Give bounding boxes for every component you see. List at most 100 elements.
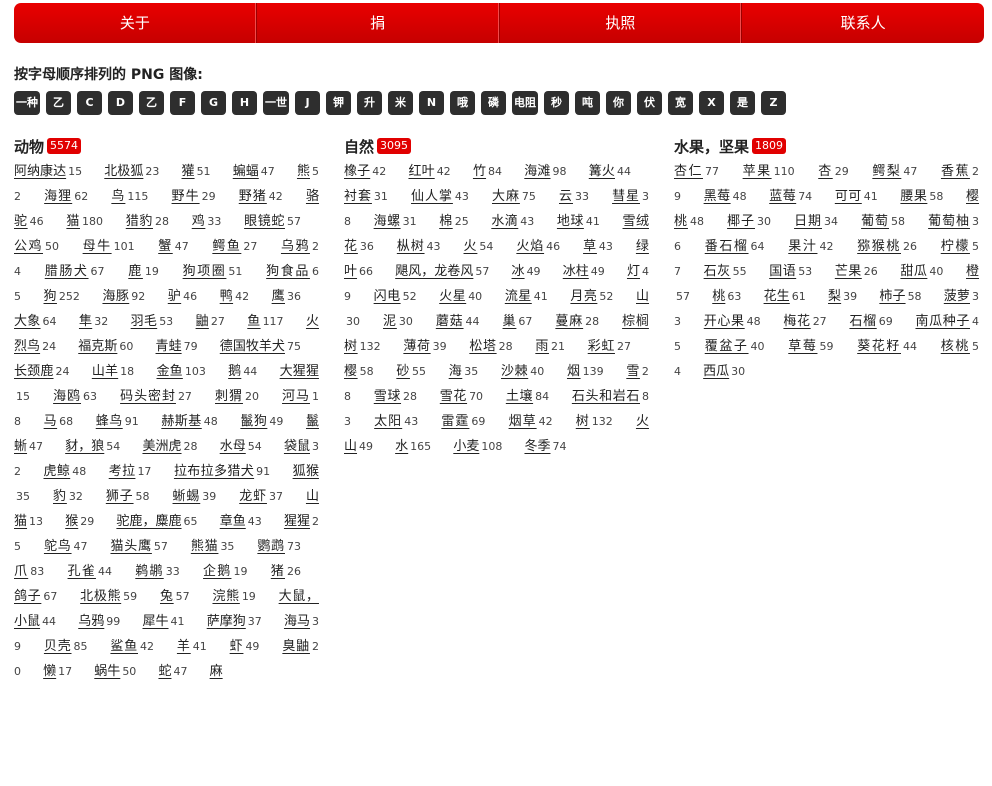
item-link[interactable]: 阿纳康达 — [14, 164, 66, 179]
item-link[interactable]: 芒果 — [835, 264, 862, 279]
item-link[interactable]: 香蕉 — [941, 164, 970, 179]
alphabet-button[interactable]: 伏 — [637, 91, 662, 115]
item-link[interactable]: 枞树 — [397, 239, 425, 254]
item-link[interactable]: 海豚 — [102, 289, 129, 304]
item-link[interactable]: 石榴 — [849, 314, 876, 329]
item-link[interactable]: 花生 — [764, 289, 790, 304]
item-link[interactable]: 菠萝 — [944, 289, 970, 304]
item-link[interactable]: 鸽子 — [14, 589, 41, 604]
category-link[interactable]: 动物 — [14, 136, 44, 157]
item-link[interactable]: 松塔 — [469, 339, 496, 354]
item-link[interactable]: 棉 — [439, 214, 452, 229]
item-link[interactable]: 猫头鹰 — [110, 539, 151, 554]
alphabet-button[interactable]: H — [232, 91, 257, 115]
item-link[interactable]: 海马 — [284, 614, 310, 629]
nav-donate[interactable]: 捐 — [257, 3, 500, 43]
item-link[interactable]: 鱼 — [247, 314, 260, 329]
item-link[interactable]: 腰果 — [900, 189, 927, 204]
item-link[interactable]: 驼鹿，麋鹿 — [116, 514, 181, 529]
item-link[interactable]: 海鸥 — [53, 389, 81, 404]
item-link[interactable]: 山 — [636, 289, 649, 304]
item-link[interactable]: 核桃 — [941, 339, 970, 354]
item-link[interactable]: 野牛 — [172, 189, 200, 204]
item-link[interactable]: 甜瓜 — [900, 264, 927, 279]
item-link[interactable]: 鹿 — [128, 264, 143, 279]
item-link[interactable]: 雪花 — [440, 389, 467, 404]
item-link[interactable]: 火焰 — [516, 239, 544, 254]
item-link[interactable]: 鹅 — [228, 364, 241, 379]
alphabet-button[interactable]: 钾 — [326, 91, 351, 115]
item-link[interactable]: 北极狐 — [104, 164, 143, 179]
alphabet-button[interactable]: 电阻 — [512, 91, 538, 115]
item-link[interactable]: 巢 — [503, 314, 517, 329]
item-link[interactable]: 雨 — [535, 339, 549, 354]
item-link[interactable]: 羊 — [177, 639, 191, 654]
item-link[interactable]: 衬套 — [344, 189, 372, 204]
item-link[interactable]: 国语 — [769, 264, 796, 279]
item-link[interactable]: 獾 — [182, 164, 195, 179]
item-link[interactable]: 梨 — [828, 289, 841, 304]
item-link[interactable]: 土壤 — [506, 389, 533, 404]
item-link[interactable]: 蜥蜴 — [173, 489, 201, 504]
alphabet-button[interactable]: 乙 — [46, 91, 71, 115]
item-link[interactable]: 北极熊 — [80, 589, 121, 604]
item-link[interactable]: 公鸡 — [14, 239, 43, 254]
item-link[interactable]: 虾 — [230, 639, 244, 654]
item-link[interactable]: 赫斯基 — [161, 414, 201, 429]
item-link[interactable]: 大象 — [14, 314, 41, 329]
alphabet-button[interactable]: X — [699, 91, 724, 115]
item-link[interactable]: 海滩 — [524, 164, 550, 179]
item-link[interactable]: 狮子 — [106, 489, 134, 504]
item-link[interactable]: 树 — [576, 414, 590, 429]
item-link[interactable]: 长颈鹿 — [14, 364, 54, 379]
alphabet-button[interactable]: D — [108, 91, 133, 115]
alphabet-button[interactable]: 米 — [388, 91, 413, 115]
nav-about[interactable]: 关于 — [14, 3, 257, 43]
item-link[interactable]: 狗项圈 — [183, 264, 227, 279]
item-link[interactable]: 狐猴 — [293, 464, 319, 479]
item-link[interactable]: 水滴 — [491, 214, 518, 229]
item-link[interactable]: 贝壳 — [44, 639, 72, 654]
alphabet-button[interactable]: Z — [761, 91, 786, 115]
item-link[interactable]: 红叶 — [408, 164, 434, 179]
item-link[interactable]: 火 — [464, 239, 478, 254]
item-link[interactable]: 鹦鹉 — [257, 539, 285, 554]
item-link[interactable]: 美洲虎 — [142, 439, 181, 454]
item-link[interactable]: 企鹅 — [203, 564, 231, 579]
item-link[interactable]: 梅花 — [783, 314, 810, 329]
item-link[interactable]: 刺猬 — [215, 389, 243, 404]
item-link[interactable]: 草莓 — [788, 339, 817, 354]
item-link[interactable]: 码头密封 — [120, 389, 176, 404]
item-link[interactable]: 地球 — [557, 214, 584, 229]
item-link[interactable]: 篝火 — [589, 164, 615, 179]
item-link[interactable]: 椰子 — [727, 214, 755, 229]
item-link[interactable]: 猪 — [271, 564, 285, 579]
item-link[interactable]: 鼬 — [196, 314, 209, 329]
item-link[interactable]: 番石榴 — [705, 239, 749, 254]
item-link[interactable]: 孔雀 — [68, 564, 96, 579]
item-link[interactable]: 黑莓 — [704, 189, 731, 204]
item-link[interactable]: 葡萄柚 — [928, 214, 970, 229]
item-link[interactable]: 橡子 — [344, 164, 370, 179]
item-link[interactable]: 马 — [44, 414, 57, 429]
alphabet-button[interactable]: G — [201, 91, 226, 115]
item-link[interactable]: 桃 — [712, 289, 725, 304]
alphabet-button[interactable]: 你 — [606, 91, 631, 115]
item-link[interactable]: 猎豹 — [126, 214, 153, 229]
alphabet-button[interactable]: J — [295, 91, 320, 115]
item-link[interactable]: 猩猩 — [284, 514, 310, 529]
item-link[interactable]: 杏 — [818, 164, 833, 179]
alphabet-button[interactable]: 宽 — [668, 91, 693, 115]
item-link[interactable]: 鬣狗 — [240, 414, 267, 429]
item-link[interactable]: 苹果 — [743, 164, 772, 179]
item-link[interactable]: 蔓麻 — [555, 314, 583, 329]
item-link[interactable]: 石灰 — [704, 264, 731, 279]
item-link[interactable]: 兔 — [160, 589, 174, 604]
item-link[interactable]: 橙 — [966, 264, 979, 279]
item-link[interactable]: 臭鼬 — [282, 639, 310, 654]
item-link[interactable]: 仙人掌 — [411, 189, 453, 204]
item-link[interactable]: 乌鸦 — [281, 239, 310, 254]
item-link[interactable]: 蘑菇 — [436, 314, 464, 329]
item-link[interactable]: 海 — [449, 364, 463, 379]
item-link[interactable]: 火星 — [439, 289, 466, 304]
